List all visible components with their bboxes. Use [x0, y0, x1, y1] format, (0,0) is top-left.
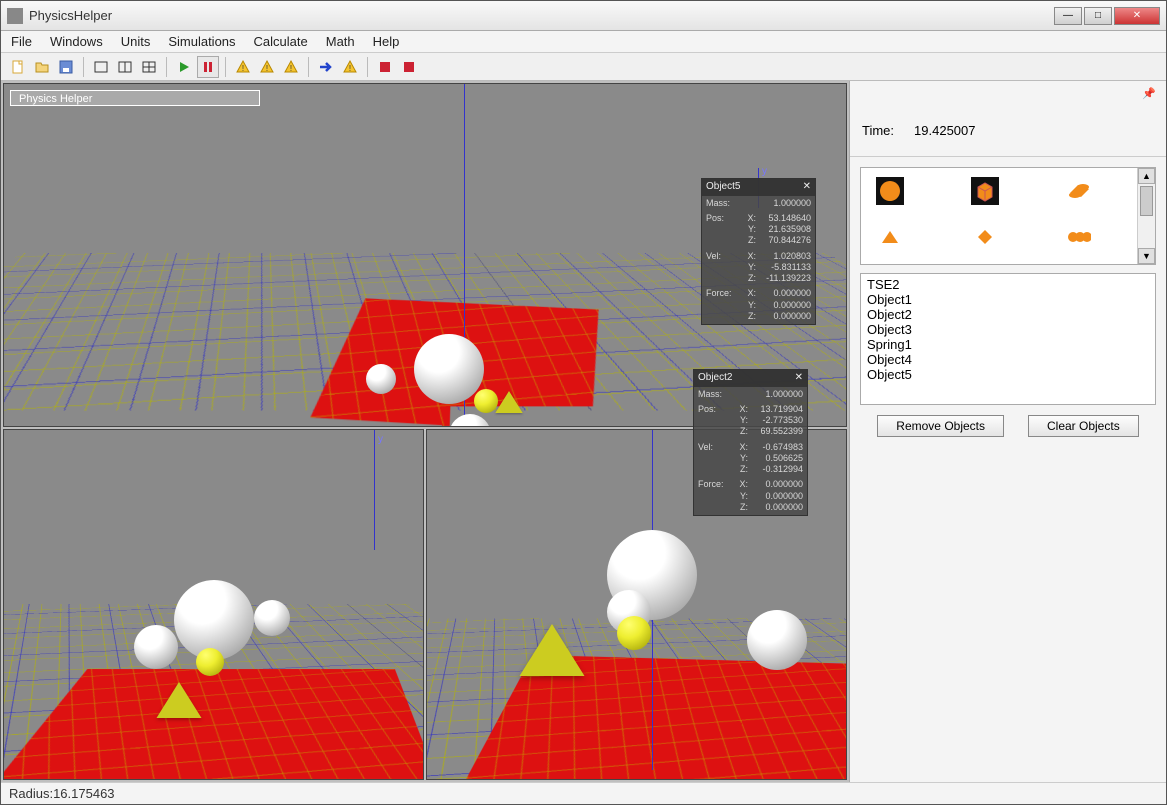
list-item[interactable]: Object4	[867, 353, 1149, 368]
menu-help[interactable]: Help	[373, 34, 400, 49]
list-item[interactable]: TSE2	[867, 278, 1149, 293]
menu-simulations[interactable]: Simulations	[168, 34, 235, 49]
app-icon	[7, 8, 23, 24]
close-icon[interactable]: ✕	[795, 372, 803, 385]
cone-yellow	[495, 391, 523, 413]
sphere-small-1	[366, 364, 396, 394]
svg-text:!: !	[349, 64, 351, 73]
warning-1-icon[interactable]: !	[232, 56, 254, 78]
status-label: Radius:	[9, 786, 53, 801]
menu-file[interactable]: File	[11, 34, 32, 49]
menu-units[interactable]: Units	[121, 34, 151, 49]
palette-cube-icon[interactable]	[970, 176, 1000, 206]
object-list[interactable]: TSE2Object1Object2Object3Spring1Object4O…	[860, 273, 1156, 405]
layout-single-icon[interactable]	[90, 56, 112, 78]
list-item[interactable]: Spring1	[867, 338, 1149, 353]
save-file-icon[interactable]	[55, 56, 77, 78]
warning-3-icon[interactable]: !	[280, 56, 302, 78]
arrow-right-icon[interactable]	[315, 56, 337, 78]
list-item[interactable]: Object1	[867, 293, 1149, 308]
window-title: PhysicsHelper	[29, 8, 1054, 23]
menu-calculate[interactable]: Calculate	[254, 34, 308, 49]
remove-objects-button[interactable]: Remove Objects	[877, 415, 1004, 437]
sphere-br-3	[747, 610, 807, 670]
scroll-down-icon[interactable]: ▼	[1138, 248, 1155, 264]
cone-br	[520, 624, 585, 676]
list-item[interactable]: Object5	[867, 368, 1149, 383]
menu-math[interactable]: Math	[326, 34, 355, 49]
axis-y-label-2: y	[378, 434, 383, 445]
warning-4-icon[interactable]: !	[339, 56, 361, 78]
list-item[interactable]: Object3	[867, 323, 1149, 338]
close-button[interactable]: ✕	[1114, 7, 1160, 25]
scroll-up-icon[interactable]: ▲	[1138, 168, 1155, 184]
maximize-button[interactable]: □	[1084, 7, 1112, 25]
object-palette: ▲ ▼	[860, 167, 1156, 265]
info-panel-object2[interactable]: Object2✕ Mass:1.000000Pos:X:13.719904Y:-…	[693, 369, 808, 516]
statusbar: Radius: 16.175463	[1, 782, 1166, 804]
info-title: Object5	[706, 181, 740, 194]
layout-split-v-icon[interactable]	[114, 56, 136, 78]
menubar: File Windows Units Simulations Calculate…	[1, 31, 1166, 53]
time-value: 19.425007	[914, 123, 975, 138]
sphere-bl-2	[134, 625, 178, 669]
stop-1-icon[interactable]	[374, 56, 396, 78]
sphere-large	[414, 334, 484, 404]
sphere-bl-3	[254, 600, 290, 636]
layout-quad-icon[interactable]	[138, 56, 160, 78]
palette-scrollbar[interactable]: ▲ ▼	[1137, 168, 1155, 264]
side-panel: 📌 Time: 19.425007 ▲ ▼	[849, 81, 1166, 782]
time-label: Time:	[862, 123, 894, 138]
cone-bl	[157, 682, 202, 718]
palette-cone-icon[interactable]	[875, 222, 905, 252]
new-file-icon[interactable]	[7, 56, 29, 78]
palette-diamond-icon[interactable]	[970, 222, 1000, 252]
axis-y-label: y	[762, 166, 767, 177]
info-panel-object5[interactable]: Object5✕ Mass:1.000000Pos:X:53.148640Y:2…	[701, 178, 816, 325]
palette-sphere-icon[interactable]	[875, 176, 905, 206]
warning-2-icon[interactable]: !	[256, 56, 278, 78]
scroll-thumb[interactable]	[1140, 186, 1153, 216]
palette-multi-icon[interactable]	[1064, 222, 1094, 252]
clear-objects-button[interactable]: Clear Objects	[1028, 415, 1139, 437]
svg-text:!: !	[290, 64, 292, 73]
toolbar: ! ! ! !	[1, 53, 1166, 81]
pin-icon[interactable]: 📌	[1142, 87, 1156, 101]
svg-text:!: !	[266, 64, 268, 73]
palette-cylinder-icon[interactable]	[1064, 176, 1094, 206]
list-item[interactable]: Object2	[867, 308, 1149, 323]
sphere-br-y	[617, 616, 651, 650]
open-file-icon[interactable]	[31, 56, 53, 78]
close-icon[interactable]: ✕	[803, 181, 811, 194]
play-icon[interactable]	[173, 56, 195, 78]
minimize-button[interactable]: —	[1054, 7, 1082, 25]
info-title-2: Object2	[698, 372, 732, 385]
viewport-bottom-left[interactable]: y	[3, 429, 424, 780]
viewports: Physics Helper y Object5✕ Mass:1	[1, 81, 849, 782]
svg-text:!: !	[242, 64, 244, 73]
pause-icon[interactable]	[197, 56, 219, 78]
app-window: PhysicsHelper — □ ✕ File Windows Units S…	[0, 0, 1167, 805]
titlebar[interactable]: PhysicsHelper — □ ✕	[1, 1, 1166, 31]
menu-windows[interactable]: Windows	[50, 34, 103, 49]
stop-2-icon[interactable]	[398, 56, 420, 78]
content-area: Physics Helper y Object5✕ Mass:1	[1, 81, 1166, 782]
sphere-bl-y	[196, 648, 224, 676]
status-value: 16.175463	[53, 786, 114, 801]
